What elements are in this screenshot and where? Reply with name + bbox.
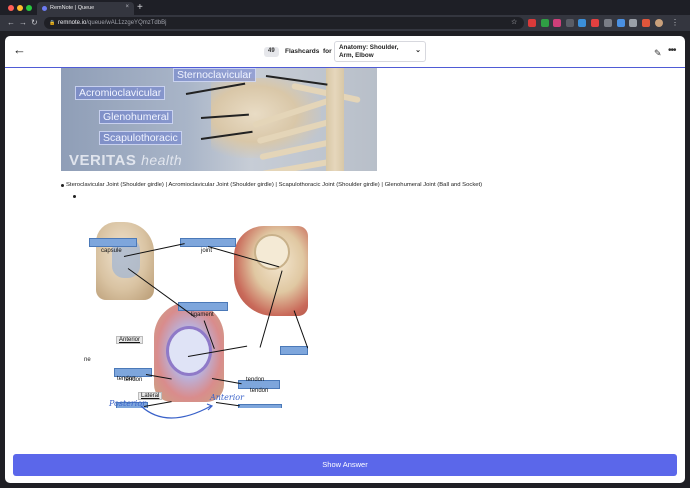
ligament-label: ligament [191,312,214,318]
flashcards-for-label: Flashcards for [285,48,332,55]
tendon-label: tendon [117,376,136,382]
blank-box[interactable] [238,404,282,408]
tendon-label: tendon [246,377,265,383]
card-count-badge: 49 [264,47,279,57]
edit-icon[interactable]: ✎ [654,48,662,59]
browser-tab[interactable]: RemNote | Queue × [37,2,134,15]
maximize-window-icon[interactable] [26,5,32,11]
forward-arrow-icon[interactable]: → [19,18,27,27]
extension-icon[interactable] [528,19,536,27]
back-arrow-icon[interactable]: ← [7,18,15,27]
more-options-icon[interactable]: ••• [668,45,676,56]
extension-icon[interactable] [553,19,561,27]
extension-icon[interactable] [566,19,574,27]
tab-close-icon[interactable]: × [125,4,129,10]
pointer-line [293,310,308,349]
extension-icon[interactable] [604,19,612,27]
remnote-favicon-icon [42,5,47,11]
reload-icon[interactable]: ↻ [31,18,38,27]
bookmark-star-icon[interactable]: ☆ [511,18,517,26]
capsule-label: capsule [101,248,122,254]
new-tab-button[interactable]: + [137,2,143,13]
extension-icon[interactable] [578,19,586,27]
tab-title: RemNote | Queue [50,5,95,11]
blank-box[interactable] [89,238,137,247]
handwritten-arrow-icon [140,403,214,419]
remnote-queue-view: ← 49 Flashcards for Anatomy: Shoulder, A… [5,36,685,483]
label-acromioclavicular: Acromioclavicular [75,86,166,100]
cropped-side-text: ne [84,357,91,363]
browser-menu-icon[interactable]: ⋮ [671,18,679,27]
label-scapulothoracic: Scapulothoracic [99,131,182,145]
deck-selector[interactable]: Anatomy: Shoulder, Arm, Elbow ⌄ [334,41,426,62]
flashcards-label: Flashcards [285,48,320,55]
extension-icon[interactable] [642,19,650,27]
extension-icon[interactable] [617,19,625,27]
blank-box[interactable] [280,346,308,355]
tendon-label: tendon [250,388,269,394]
bullet-dot [61,184,64,187]
browser-tabstrip: RemNote | Queue × + [0,0,690,15]
extension-icon[interactable] [541,19,549,27]
answer-text: Steroclavicular Joint (Shoulder girdle) … [66,182,483,188]
lock-icon: 🔒 [49,20,56,26]
watermark-brand: VERITAS [69,152,137,169]
label-sternoclavicular: Sternoclavicular [173,68,256,82]
close-window-icon[interactable] [8,5,14,11]
bullet-dot [73,195,76,198]
sternum-shape [326,68,344,171]
anterior-view-label: Anterior [116,336,144,344]
url-path: /queue/wAL1zzgeYQmzTdbBj [86,19,167,26]
deck-name: Anatomy: Shoulder, Arm, Elbow [339,44,399,59]
queue-header: ← 49 Flashcards for Anatomy: Shoulder, A… [5,36,685,68]
back-icon[interactable]: ← [13,42,26,57]
shoulder-joints-image: Sternoclavicular Acromioclavicular Gleno… [61,68,377,171]
for-label: for [322,48,332,55]
url-host: remnote.io [58,19,87,26]
chevron-down-icon: ⌄ [415,47,421,54]
watermark-suffix: health [141,152,183,168]
browser-toolbar: ← → ↻ 🔒 remnote.io/queue/wAL1zzgeYQmzTdb… [0,15,690,31]
extension-icon[interactable] [629,19,637,27]
minimize-window-icon[interactable] [17,5,23,11]
profile-avatar[interactable] [655,19,663,27]
joint-label: joint [201,248,213,254]
label-glenohumeral: Glenohumeral [99,110,173,124]
glenoid-fossa-shape [166,326,212,376]
pointer-line [215,402,240,407]
veritas-watermark: VERITAS health [69,152,182,169]
address-bar[interactable]: 🔒 remnote.io/queue/wAL1zzgeYQmzTdbBj [44,17,524,29]
show-answer-button[interactable]: Show Answer [13,454,677,476]
extension-icon[interactable] [591,19,599,27]
